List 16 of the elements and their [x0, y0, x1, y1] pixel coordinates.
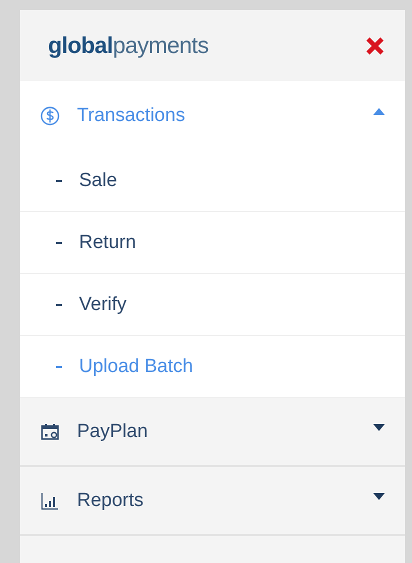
caret-icon — [373, 493, 385, 500]
menu-section[interactable]: Reports — [20, 467, 405, 536]
bar-chart-icon — [40, 490, 60, 510]
submenu-item[interactable]: Sale — [20, 150, 405, 212]
menu-section-label: Transactions — [77, 104, 186, 126]
caret-icon — [373, 108, 385, 115]
menu-section-label: Reports — [77, 490, 145, 512]
submenu-item[interactable]: Return — [20, 212, 405, 274]
caret-icon — [373, 424, 385, 431]
menu-section-label: PayPlan — [77, 420, 149, 442]
close-icon[interactable] — [365, 36, 385, 56]
menu-section[interactable]: PayPlan — [20, 398, 405, 467]
submenu-item[interactable]: Verify — [20, 274, 405, 336]
calendar-icon — [40, 422, 60, 442]
brand-logo: globalpayments — [48, 32, 208, 59]
dollar-circle-icon — [40, 106, 60, 126]
